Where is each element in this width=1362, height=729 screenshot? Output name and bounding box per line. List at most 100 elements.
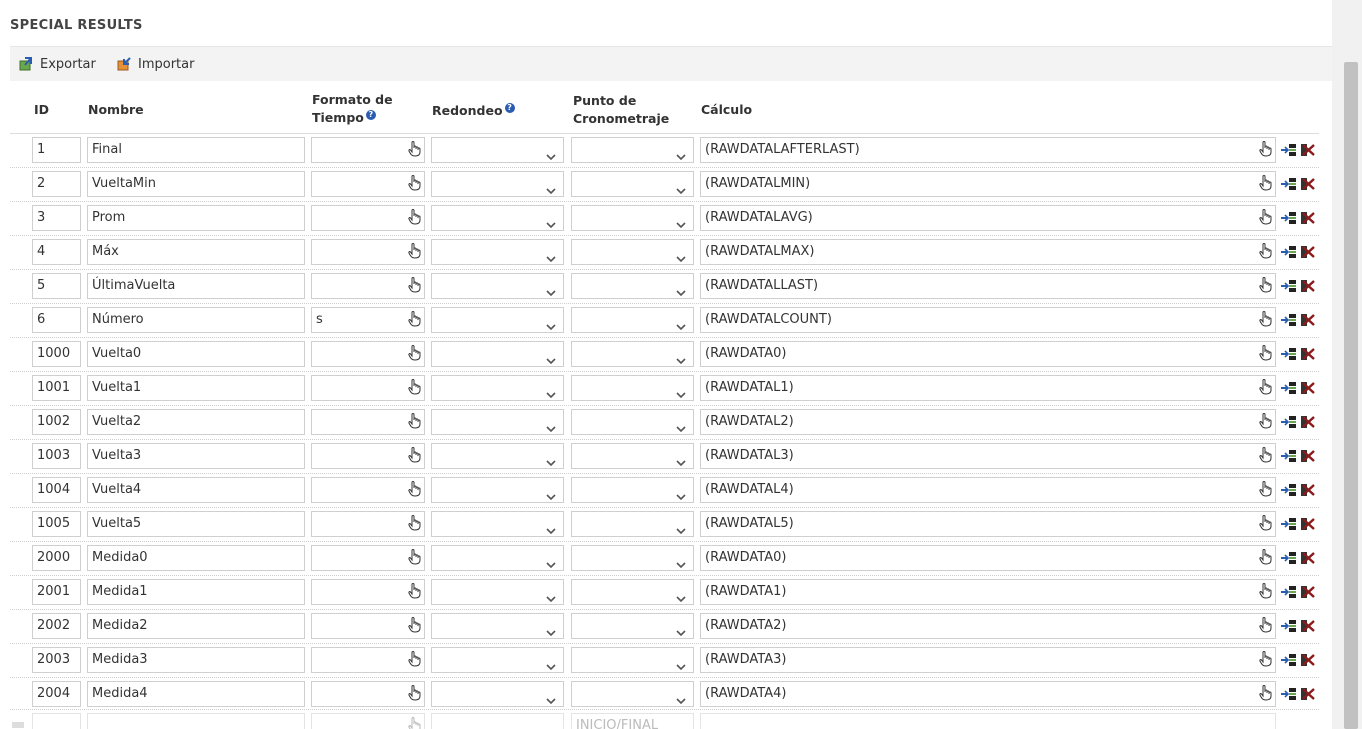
id-input[interactable]: 2004	[32, 681, 81, 707]
name-input[interactable]: Medida2	[87, 613, 305, 639]
delete-row-icon[interactable]	[1300, 652, 1316, 671]
name-input[interactable]: Medida0	[87, 545, 305, 571]
delete-row-icon[interactable]	[1300, 618, 1316, 637]
hand-pointer-icon[interactable]	[407, 413, 421, 434]
calculation-input[interactable]: (RAWDATALAVG)	[700, 205, 1276, 231]
rounding-select[interactable]	[431, 579, 564, 605]
timing-point-select[interactable]	[571, 239, 694, 265]
time-format-input[interactable]	[311, 137, 425, 163]
delete-row-icon[interactable]	[1300, 414, 1316, 433]
time-format-input[interactable]	[311, 205, 425, 231]
timing-point-select[interactable]	[571, 137, 694, 163]
hand-pointer-icon[interactable]	[407, 685, 421, 706]
rounding-select[interactable]	[431, 375, 564, 401]
delete-row-icon[interactable]	[1300, 516, 1316, 535]
name-input[interactable]: Vuelta0	[87, 341, 305, 367]
insert-row-icon[interactable]	[1280, 652, 1297, 671]
delete-row-icon[interactable]	[1300, 380, 1316, 399]
calculation-input[interactable]: (RAWDATALAFTERLAST)	[700, 137, 1276, 163]
insert-row-icon[interactable]	[1280, 482, 1297, 501]
hand-pointer-icon[interactable]	[407, 481, 421, 502]
insert-row-icon[interactable]	[1280, 312, 1297, 331]
hand-pointer-icon[interactable]	[1258, 209, 1272, 230]
time-format-input[interactable]	[311, 681, 425, 707]
hand-pointer-icon[interactable]	[1258, 583, 1272, 604]
name-input[interactable]: Máx	[87, 239, 305, 265]
calculation-input[interactable]: (RAWDATALMIN)	[700, 171, 1276, 197]
name-input[interactable]: Prom	[87, 205, 305, 231]
hand-pointer-icon[interactable]	[407, 617, 421, 638]
id-input[interactable]: 2003	[32, 647, 81, 673]
name-input[interactable]: Medida4	[87, 681, 305, 707]
timing-point-select[interactable]	[571, 647, 694, 673]
name-input[interactable]: ÚltimaVuelta	[87, 273, 305, 299]
insert-row-icon[interactable]	[1280, 142, 1297, 161]
name-input[interactable]: Medida1	[87, 579, 305, 605]
timing-point-select[interactable]	[571, 511, 694, 537]
rounding-select[interactable]	[431, 511, 564, 537]
calculation-input[interactable]: (RAWDATALLAST)	[700, 273, 1276, 299]
time-format-input[interactable]	[311, 273, 425, 299]
id-input[interactable]: 6	[32, 307, 81, 333]
hand-pointer-icon[interactable]	[1258, 447, 1272, 468]
hand-pointer-icon[interactable]	[1258, 141, 1272, 162]
name-input[interactable]: Medida3	[87, 647, 305, 673]
insert-row-icon[interactable]	[1280, 516, 1297, 535]
time-format-input[interactable]	[311, 477, 425, 503]
new-timing-point-select[interactable]: INICIO/FINAL	[571, 713, 694, 729]
hand-pointer-icon[interactable]	[407, 277, 421, 298]
hand-pointer-icon[interactable]	[407, 175, 421, 196]
rounding-select[interactable]	[431, 171, 564, 197]
hand-pointer-icon[interactable]	[1258, 481, 1272, 502]
id-input[interactable]: 2001	[32, 579, 81, 605]
id-input[interactable]: 2	[32, 171, 81, 197]
insert-row-icon[interactable]	[1280, 584, 1297, 603]
id-input[interactable]: 1005	[32, 511, 81, 537]
export-button[interactable]: Exportar	[18, 47, 96, 81]
insert-row-icon[interactable]	[1280, 244, 1297, 263]
drag-handle-icon[interactable]	[12, 722, 24, 728]
calculation-input[interactable]: (RAWDATA1)	[700, 579, 1276, 605]
delete-row-icon[interactable]	[1300, 448, 1316, 467]
hand-pointer-icon[interactable]	[1258, 413, 1272, 434]
rounding-select[interactable]	[431, 681, 564, 707]
hand-pointer-icon[interactable]	[407, 549, 421, 570]
hand-pointer-icon[interactable]	[1258, 685, 1272, 706]
id-input[interactable]: 1003	[32, 443, 81, 469]
time-format-input[interactable]	[311, 171, 425, 197]
rounding-select[interactable]	[431, 613, 564, 639]
insert-row-icon[interactable]	[1280, 176, 1297, 195]
timing-point-select[interactable]	[571, 273, 694, 299]
rounding-select[interactable]	[431, 273, 564, 299]
delete-row-icon[interactable]	[1300, 244, 1316, 263]
insert-row-icon[interactable]	[1280, 550, 1297, 569]
new-name-input[interactable]	[87, 713, 305, 729]
scrollbar-thumb[interactable]	[1344, 62, 1358, 729]
hand-pointer-icon[interactable]	[1258, 379, 1272, 400]
rounding-select[interactable]	[431, 307, 564, 333]
hand-pointer-icon[interactable]	[407, 717, 421, 729]
calculation-input[interactable]: (RAWDATA0)	[700, 545, 1276, 571]
delete-row-icon[interactable]	[1300, 142, 1316, 161]
delete-row-icon[interactable]	[1300, 312, 1316, 331]
hand-pointer-icon[interactable]	[407, 379, 421, 400]
insert-row-icon[interactable]	[1280, 346, 1297, 365]
hand-pointer-icon[interactable]	[407, 209, 421, 230]
timing-point-select[interactable]	[571, 681, 694, 707]
delete-row-icon[interactable]	[1300, 482, 1316, 501]
name-input[interactable]: Vuelta4	[87, 477, 305, 503]
rounding-select[interactable]	[431, 137, 564, 163]
delete-row-icon[interactable]	[1300, 686, 1316, 705]
timing-point-select[interactable]	[571, 545, 694, 571]
new-time-format-input[interactable]	[311, 713, 425, 729]
rounding-select[interactable]	[431, 545, 564, 571]
id-input[interactable]: 5	[32, 273, 81, 299]
rounding-select[interactable]	[431, 205, 564, 231]
delete-row-icon[interactable]	[1300, 584, 1316, 603]
id-input[interactable]: 4	[32, 239, 81, 265]
hand-pointer-icon[interactable]	[1258, 345, 1272, 366]
delete-row-icon[interactable]	[1300, 278, 1316, 297]
vertical-scrollbar[interactable]	[1332, 0, 1362, 729]
insert-row-icon[interactable]	[1280, 448, 1297, 467]
rounding-select[interactable]	[431, 341, 564, 367]
